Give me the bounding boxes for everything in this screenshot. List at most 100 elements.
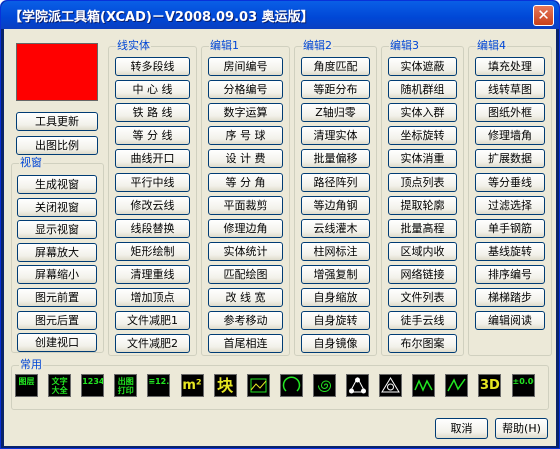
viewport-button[interactable]: 屏幕放大 — [17, 242, 97, 262]
tool-button[interactable]: 清理实体 — [301, 126, 370, 146]
tool-button[interactable]: 等边角钢 — [301, 195, 370, 215]
tool-button[interactable]: 顶点列表 — [388, 172, 457, 192]
tool-button[interactable]: 参考移动 — [208, 311, 283, 331]
tool-button[interactable]: 实体入群 — [388, 103, 457, 123]
tool-button[interactable]: 铁 路 线 — [115, 103, 190, 123]
tool-button[interactable]: 文件列表 — [388, 288, 457, 307]
tool-button[interactable]: 修理墙角 — [475, 126, 545, 146]
tool-button[interactable]: 云线灌木 — [301, 218, 370, 238]
tool-button[interactable]: 首尾相连 — [208, 334, 283, 354]
3d-icon[interactable]: 3D — [478, 374, 502, 397]
tool-button[interactable]: 匹配绘图 — [208, 264, 283, 284]
plot-scale-button[interactable]: 出图比例 — [16, 136, 98, 155]
tool-button[interactable]: 设 计 费 — [208, 149, 283, 169]
elevation-icon[interactable]: ≡12.7 — [147, 374, 171, 397]
title-bar[interactable]: 【学院派工具箱(XCAD)－V2008.09.03 奥运版】 ✕ — [1, 1, 559, 29]
tool-button[interactable]: 中 心 线 — [115, 80, 190, 100]
viewport-button[interactable]: 屏幕缩小 — [17, 265, 97, 285]
tool-button[interactable]: 增强复制 — [301, 264, 370, 284]
tool-button[interactable]: 批量偏移 — [301, 149, 370, 169]
tool-button[interactable]: 矩形绘制 — [115, 241, 190, 261]
tool-button[interactable]: 批量高程 — [388, 218, 457, 238]
tool-button[interactable]: 等 分 角 — [208, 172, 283, 192]
text-library-text: 文字大全 — [51, 377, 68, 395]
tool-button[interactable]: 数字运算 — [208, 103, 283, 123]
viewport-button[interactable]: 关闭视窗 — [17, 197, 97, 217]
tool-button[interactable]: 等距分布 — [301, 80, 370, 100]
tool-button[interactable]: 扩展数据 — [475, 149, 545, 169]
tool-button[interactable]: 实体遮蔽 — [388, 57, 457, 76]
star-icon[interactable] — [445, 374, 469, 397]
layer-icon[interactable]: 图层 — [15, 374, 38, 397]
tool-button[interactable]: Z轴归零 — [301, 103, 370, 123]
tool-button[interactable]: 实体统计 — [208, 241, 283, 261]
tool-button[interactable]: 坐标旋转 — [388, 126, 457, 146]
zigzag-icon[interactable] — [412, 374, 436, 397]
tool-button[interactable]: 梯梯踏步 — [475, 288, 545, 307]
spiral-icon[interactable] — [312, 374, 336, 397]
area-m2-icon[interactable]: m² — [180, 374, 204, 397]
client-area: 工具更新 出图比例 视窗 生成视窗关闭视窗显示视窗 屏幕放大屏幕缩小图元前置图元后… — [4, 29, 556, 446]
tool-button[interactable]: 路径阵列 — [301, 172, 370, 192]
tool-button[interactable]: 基线旋转 — [475, 241, 545, 261]
close-button[interactable]: ✕ — [533, 5, 554, 26]
tool-button[interactable]: 过滤选择 — [475, 195, 545, 215]
tool-button[interactable]: 增加顶点 — [115, 288, 190, 307]
tool-update-button[interactable]: 工具更新 — [16, 112, 98, 131]
viewport-button[interactable]: 图元后置 — [17, 310, 97, 330]
viewport-button[interactable]: 生成视窗 — [17, 175, 97, 194]
tool-button[interactable]: 徒手云线 — [388, 311, 457, 331]
tool-button[interactable]: 文件减肥1 — [115, 311, 190, 331]
image-icon[interactable] — [246, 374, 270, 397]
dimension-icon[interactable]: 1234 — [81, 374, 105, 397]
tool-button[interactable]: 自身旋转 — [301, 311, 370, 331]
tool-button[interactable]: 实体消重 — [388, 149, 457, 169]
tool-button[interactable]: 自身缩放 — [301, 288, 370, 307]
tool-button[interactable]: 改 线 宽 — [208, 288, 283, 307]
tool-button[interactable]: 转多段线 — [115, 57, 190, 76]
tool-button[interactable]: 图纸外框 — [475, 103, 545, 123]
help-button[interactable]: 帮助(H) — [495, 418, 548, 439]
tool-button[interactable]: 曲线开口 — [115, 149, 190, 169]
tool-button[interactable]: 区域内收 — [388, 241, 457, 261]
cancel-button[interactable]: 取消 — [435, 418, 488, 439]
block-text: 块 — [217, 376, 234, 395]
tool-button[interactable]: 分格编号 — [208, 80, 283, 100]
tool-button[interactable]: 编辑阅读 — [475, 311, 545, 331]
tool-button[interactable]: 修理边角 — [208, 218, 283, 238]
tool-button[interactable]: 网络链接 — [388, 264, 457, 284]
tool-button[interactable]: 等分垂线 — [475, 172, 545, 192]
tool-button[interactable]: 线转草图 — [475, 80, 545, 100]
tool-group: 线实体 转多段线中 心 线铁 路 线等 分 线曲线开口 平行中线 修改云线 线段替换 矩形… — [108, 39, 197, 356]
arc-icon[interactable] — [279, 374, 303, 397]
tool-button[interactable]: 填充处理 — [475, 57, 545, 76]
viewport-button[interactable]: 图元前置 — [17, 288, 97, 307]
tool-button[interactable]: 线段替换 — [115, 218, 190, 238]
tool-button[interactable]: 自身镜像 — [301, 334, 370, 354]
zero-elevation-icon[interactable]: ±0.00 — [511, 374, 535, 397]
text-library-icon[interactable]: 文字大全 — [48, 374, 72, 397]
tool-button[interactable]: 布尔图案 — [388, 334, 457, 354]
viewport-group-label: 视窗 — [19, 156, 43, 170]
viewport-button[interactable]: 显示视窗 — [17, 220, 97, 240]
tool-button[interactable]: 角度匹配 — [301, 57, 370, 76]
triangle-icon[interactable] — [379, 374, 403, 397]
plot-icon[interactable]: 出图打印 — [114, 374, 138, 397]
tool-button[interactable]: 单手钢筋 — [475, 218, 545, 238]
tool-button[interactable]: 柱网标注 — [301, 241, 370, 261]
tool-button[interactable]: 序 号 球 — [208, 126, 283, 146]
tool-button[interactable]: 等 分 线 — [115, 126, 190, 146]
tool-button[interactable]: 修改云线 — [115, 195, 190, 215]
block-icon[interactable]: 块 — [213, 374, 237, 397]
tool-button[interactable]: 平行中线 — [115, 172, 190, 192]
tool-button[interactable]: 提取轮廓 — [388, 195, 457, 215]
tool-button[interactable]: 随机群组 — [388, 80, 457, 100]
tool-button[interactable]: 文件减肥2 — [115, 334, 190, 354]
tool-button[interactable]: 平面裁剪 — [208, 195, 283, 215]
tool-button[interactable]: 排序编号 — [475, 264, 545, 284]
color-preview-swatch[interactable] — [16, 43, 98, 101]
viewport-button[interactable]: 创建视口 — [17, 333, 97, 353]
tool-button[interactable]: 清理重线 — [115, 264, 190, 284]
tool-button[interactable]: 房间编号 — [208, 57, 283, 76]
circles-icon[interactable] — [346, 374, 369, 397]
